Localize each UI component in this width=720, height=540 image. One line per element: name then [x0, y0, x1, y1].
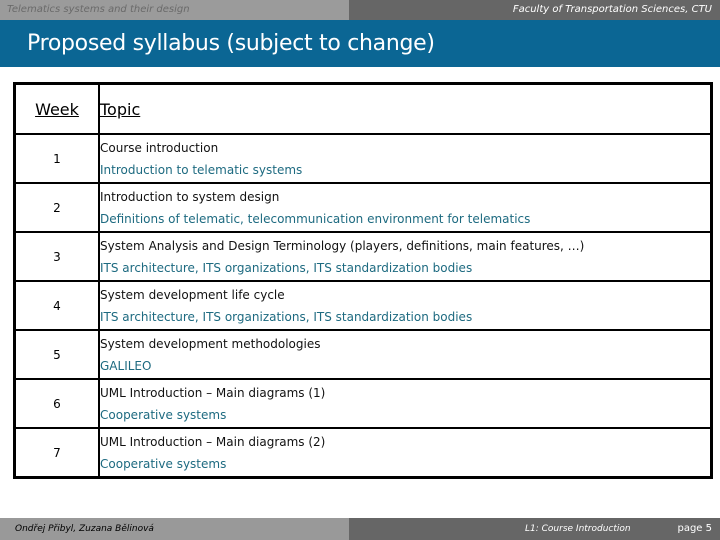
topic-main: UML Introduction – Main diagrams (2)	[100, 434, 326, 449]
topic-main: Introduction to system design	[100, 189, 280, 204]
footer-right-panel: L1: Course Introduction page 5	[349, 518, 720, 540]
topic-sub: Definitions of telematic, telecommunicat…	[100, 211, 531, 226]
week-number: 5	[13, 329, 100, 380]
table-row: 4 System development life cycle ITS arch…	[13, 280, 713, 331]
week-number: 2	[13, 182, 100, 233]
syllabus-table: Week Topic 1 Course introduction Introdu…	[13, 82, 713, 479]
table-header-row: Week Topic	[13, 82, 713, 135]
topic-sub: Introduction to telematic systems	[100, 162, 303, 177]
title-bar: Proposed syllabus (subject to change)	[0, 20, 720, 67]
header-bar: Telematics systems and their design Facu…	[0, 0, 720, 20]
topic-sub: ITS architecture, ITS organizations, ITS…	[100, 309, 473, 324]
week-number: 6	[13, 378, 100, 429]
topic-cell: Course introduction Introduction to tele…	[98, 133, 713, 184]
topic-cell: System development methodologies GALILEO	[98, 329, 713, 380]
topic-cell: UML Introduction – Main diagrams (2) Coo…	[98, 427, 713, 479]
footer-authors: Ondřej Přibyl, Zuzana Bělinová	[0, 518, 349, 540]
topic-main: UML Introduction – Main diagrams (1)	[100, 385, 326, 400]
week-number: 1	[13, 133, 100, 184]
topic-main: Course introduction	[100, 140, 219, 155]
table-row: 6 UML Introduction – Main diagrams (1) C…	[13, 378, 713, 429]
column-header-week: Week	[13, 82, 100, 135]
topic-main: System development life cycle	[100, 287, 285, 302]
column-header-topic: Topic	[98, 82, 713, 135]
topic-cell: System Analysis and Design Terminology (…	[98, 231, 713, 282]
table-row: 7 UML Introduction – Main diagrams (2) C…	[13, 427, 713, 479]
topic-cell: Introduction to system design Definition…	[98, 182, 713, 233]
week-number: 3	[13, 231, 100, 282]
page-number: page 5	[677, 523, 712, 534]
table-row: 2 Introduction to system design Definiti…	[13, 182, 713, 233]
week-number: 4	[13, 280, 100, 331]
topic-sub: Cooperative systems	[100, 407, 227, 422]
topic-main: System Analysis and Design Terminology (…	[100, 238, 585, 253]
footer-lecture-title: L1: Course Introduction	[525, 524, 631, 534]
table-row: 1 Course introduction Introduction to te…	[13, 133, 713, 184]
table-row: 3 System Analysis and Design Terminology…	[13, 231, 713, 282]
course-title: Telematics systems and their design	[0, 0, 349, 20]
topic-sub: ITS architecture, ITS organizations, ITS…	[100, 260, 473, 275]
topic-cell: UML Introduction – Main diagrams (1) Coo…	[98, 378, 713, 429]
week-number: 7	[13, 427, 100, 479]
topic-cell: System development life cycle ITS archit…	[98, 280, 713, 331]
topic-sub: Cooperative systems	[100, 456, 227, 471]
table-row: 5 System development methodologies GALIL…	[13, 329, 713, 380]
topic-sub: GALILEO	[100, 358, 152, 373]
topic-main: System development methodologies	[100, 336, 321, 351]
slide-title: Proposed syllabus (subject to change)	[27, 31, 435, 56]
faculty-name: Faculty of Transportation Sciences, CTU	[349, 0, 720, 20]
footer-bar: Ondřej Přibyl, Zuzana Bělinová L1: Cours…	[0, 518, 720, 540]
